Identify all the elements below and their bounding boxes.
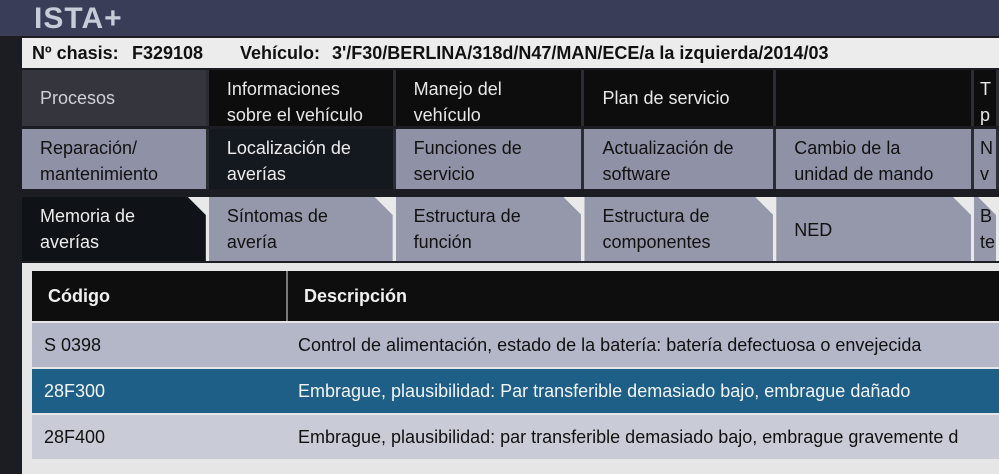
- tab-reparacion-mantenimiento[interactable]: Reparación/ mantenimiento: [22, 129, 206, 189]
- sub-nav: Reparación/ mantenimiento Localización d…: [22, 129, 999, 189]
- tab-estructura-componentes[interactable]: Estructura de componentes: [584, 197, 773, 261]
- tab-cambio-unidad-mando[interactable]: Cambio de la unidad de mando: [776, 129, 972, 189]
- column-header-descripcion[interactable]: Descripción: [304, 271, 407, 321]
- tab-label: Memoria de averías: [40, 206, 136, 252]
- fault-description: Embrague, plausibilidad: par transferibl…: [298, 427, 959, 447]
- tab-ned[interactable]: NED: [776, 197, 971, 261]
- tab-label: Actualización de software: [602, 138, 734, 184]
- tab-label: Plan de servicio: [602, 88, 730, 108]
- table-row[interactable]: S 0398 Control de alimentación, estado d…: [32, 323, 999, 367]
- fault-description: Embrague, plausibilidad: Par transferibl…: [298, 381, 911, 401]
- tab-label: Estructura de componentes: [602, 206, 711, 252]
- tab-label: Estructura de función: [413, 206, 521, 252]
- main-nav: Procesos Informaciones sobre el vehículo…: [22, 70, 999, 126]
- app-title: ISTA+: [34, 2, 123, 35]
- fault-code: 28F400: [44, 427, 106, 447]
- tab-manejo-vehiculo[interactable]: Manejo del vehículo: [395, 70, 582, 126]
- table-row[interactable]: 28F400 Embrague, plausibilidad: par tran…: [32, 415, 999, 459]
- tab-label: B te: [980, 206, 996, 252]
- tab-label: Informaciones sobre el vehículo: [226, 79, 363, 125]
- tab-label: NED: [794, 220, 833, 240]
- tab-truncated[interactable]: T p: [974, 70, 996, 126]
- tab-sintomas-averia[interactable]: Síntomas de avería: [209, 197, 393, 261]
- tab-label: Localización de averías: [226, 138, 351, 184]
- tab-empty[interactable]: [776, 70, 972, 126]
- tab-funciones-servicio[interactable]: Funciones de servicio: [395, 129, 582, 189]
- fault-code: 28F300: [44, 381, 106, 401]
- tab-label: T p: [980, 79, 992, 125]
- tab-actualizacion-software[interactable]: Actualización de software: [584, 129, 774, 189]
- tab-localizacion-averias[interactable]: Localización de averías: [208, 129, 393, 189]
- column-header-codigo[interactable]: Código: [48, 271, 110, 321]
- table-header: Código Descripción: [32, 271, 999, 321]
- tab-truncated[interactable]: N v: [974, 129, 996, 189]
- tab-label: Síntomas de avería: [226, 206, 328, 252]
- diagnosis-tabs: Memoria de averías Síntomas de avería Es…: [22, 197, 999, 261]
- tab-procesos[interactable]: Procesos: [22, 70, 206, 126]
- tab-label: Cambio de la unidad de mando: [794, 138, 934, 184]
- vehicle-info-bar: Nº chasis: F329108 Vehículo: 3'/F30/BERL…: [22, 38, 999, 68]
- tab-label: N v: [980, 138, 994, 184]
- fault-memory-panel: Código Descripción S 0398 Control de ali…: [22, 263, 999, 474]
- tab-truncated[interactable]: B te: [974, 197, 996, 261]
- vehicle-label: Vehículo:: [240, 43, 321, 63]
- vehicle-value: 3'/F30/BERLINA/318d/N47/MAN/ECE/a la izq…: [332, 43, 829, 63]
- fault-description: Control de alimentación, estado de la ba…: [298, 335, 922, 355]
- tab-informaciones-vehiculo[interactable]: Informaciones sobre el vehículo: [208, 70, 393, 126]
- tab-label: Procesos: [40, 88, 116, 108]
- tab-memoria-averias[interactable]: Memoria de averías: [22, 197, 206, 261]
- chassis-value: F329108: [132, 43, 204, 63]
- tab-plan-servicio[interactable]: Plan de servicio: [584, 70, 774, 126]
- fault-code: S 0398: [44, 335, 102, 355]
- chassis-label: Nº chasis:: [32, 43, 119, 63]
- tab-label: Funciones de servicio: [413, 138, 522, 184]
- tab-label: Manejo del vehículo: [413, 79, 502, 125]
- title-bar: ISTA+: [0, 0, 999, 36]
- column-divider: [286, 271, 288, 321]
- tab-label: Reparación/ mantenimiento: [40, 138, 159, 184]
- tab-estructura-funcion[interactable]: Estructura de función: [396, 197, 582, 261]
- table-row-selected[interactable]: 28F300 Embrague, plausibilidad: Par tran…: [32, 369, 999, 413]
